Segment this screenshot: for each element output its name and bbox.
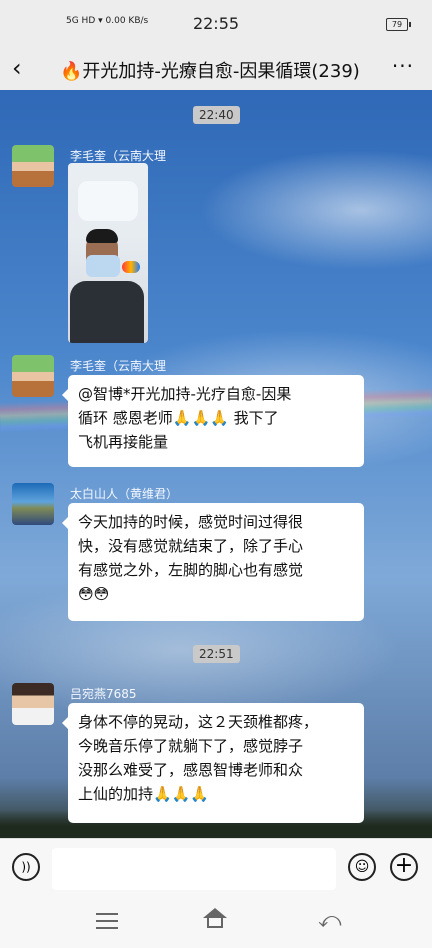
message-line: 上仙的加持🙏🙏🙏 xyxy=(78,785,210,803)
message-line: 快，没有感觉就结束了，除了手心 xyxy=(78,537,304,555)
sender-name: 李毛奎（云南大理 xyxy=(70,359,167,373)
message-line: @智博*开光加持-光疗自愈-因果 xyxy=(78,385,292,403)
message-line: 今晚音乐停了就躺下了，感觉脖子 xyxy=(78,737,304,755)
avatar[interactable] xyxy=(12,683,54,725)
avatar[interactable] xyxy=(12,483,54,525)
message-input-bar: )) ☺ + xyxy=(0,838,432,899)
back-button[interactable]: ‹ xyxy=(12,54,22,82)
photo-person-hair xyxy=(86,229,118,243)
status-bar: 5G HD ▾ 0.00 KB/s 22:55 79 xyxy=(0,0,432,48)
battery-icon: 79 xyxy=(386,18,411,31)
message-line: 身体不停的晃动，这２天颈椎都疼， xyxy=(78,713,319,731)
avatar[interactable] xyxy=(12,355,54,397)
home-icon[interactable] xyxy=(201,908,229,930)
message-line: 😳😳 xyxy=(78,585,110,603)
menu-icon[interactable] xyxy=(96,908,118,934)
plus-icon[interactable]: + xyxy=(390,853,418,881)
chat-area[interactable]: 22:40 李毛奎（云南大理 李毛奎（云南大理 @智博*开光加持-光疗自愈-因果… xyxy=(0,90,432,838)
message-line: 今天加持的时候，感觉时间过得很 xyxy=(78,513,304,531)
message-line: 没那么难受了，感恩智博老师和众 xyxy=(78,761,304,779)
sender-name: 李毛奎（云南大理 xyxy=(70,149,167,163)
message-line: 有感觉之外，左脚的脚心也有感觉 xyxy=(78,561,304,579)
voice-icon[interactable]: )) xyxy=(12,853,40,881)
photo-window xyxy=(78,181,138,221)
system-nav-bar: ⤺ xyxy=(0,898,432,948)
message-line: 飞机再接能量 xyxy=(78,433,169,451)
timestamp: 22:51 xyxy=(193,645,240,663)
photo-logo xyxy=(122,261,140,273)
shared-photo[interactable] xyxy=(68,163,148,343)
message-line: 循环 感恩老师🙏🙏🙏 我下了 xyxy=(78,409,279,427)
sender-name: 太白山人（黄维君） xyxy=(70,487,179,501)
photo-person-mask xyxy=(86,255,120,277)
message-bubble[interactable]: 今天加持的时候，感觉时间过得很 快，没有感觉就结束了，除了手心 有感觉之外，左脚… xyxy=(62,503,364,621)
photo-person-body xyxy=(70,281,144,343)
back-icon[interactable]: ⤺ xyxy=(318,908,342,933)
sender-name: 吕宛燕7685 xyxy=(70,687,137,701)
chat-title: 🔥开光加持-光療自愈-因果循環(239) xyxy=(60,61,360,82)
message-input[interactable] xyxy=(52,848,336,890)
timestamp: 22:40 xyxy=(193,106,240,124)
more-options-button[interactable]: ··· xyxy=(392,54,414,78)
message-bubble[interactable]: 身体不停的晃动，这２天颈椎都疼， 今晚音乐停了就躺下了，感觉脖子 没那么难受了，… xyxy=(62,703,364,823)
emoji-icon[interactable]: ☺ xyxy=(348,853,376,881)
message-bubble[interactable]: @智博*开光加持-光疗自愈-因果 循环 感恩老师🙏🙏🙏 我下了 飞机再接能量 xyxy=(62,375,364,467)
avatar[interactable] xyxy=(12,145,54,187)
chat-header: ‹ 🔥开光加持-光療自愈-因果循環(239) ··· xyxy=(0,48,432,90)
status-time: 22:55 xyxy=(192,14,240,33)
